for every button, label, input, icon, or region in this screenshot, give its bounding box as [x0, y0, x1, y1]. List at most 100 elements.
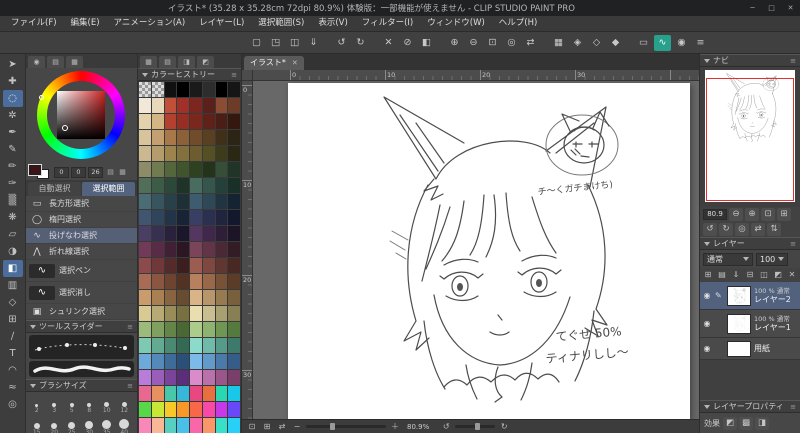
layer-panel-header[interactable]: レイヤー ≡ [700, 237, 800, 250]
layer-move-tool[interactable]: ✚ [3, 73, 23, 90]
brush-size-item[interactable]: 5 [63, 393, 81, 415]
brush-size-item[interactable]: 20 [46, 415, 64, 433]
subtool-tab[interactable]: 自動選択 [28, 182, 81, 196]
color-swatch[interactable] [177, 386, 189, 401]
color-swatch[interactable] [164, 162, 177, 177]
auto-select-tool[interactable]: ✲ [3, 107, 23, 124]
fit-to-screen-button[interactable]: ⊡ [484, 35, 501, 51]
color-swatch[interactable] [190, 418, 202, 433]
color-swatch[interactable] [202, 258, 215, 273]
nav-zoom-in-button[interactable]: ⊕ [745, 208, 759, 221]
color-swatch[interactable] [177, 178, 189, 193]
color-swatch[interactable] [215, 226, 228, 241]
color-swatch[interactable] [228, 306, 240, 321]
brush-size-item[interactable]: 12 [116, 393, 134, 415]
color-swatch[interactable] [228, 402, 240, 417]
nav-fit-button[interactable]: ⊡ [761, 208, 775, 221]
color-swatch[interactable] [164, 178, 177, 193]
intermediate-color-tab-icon[interactable]: ◨ [178, 56, 195, 68]
subtool-item[interactable]: ∿ 投げなわ選択 [26, 228, 137, 244]
undo-button[interactable]: ↺ [333, 35, 350, 51]
color-swatch[interactable] [202, 402, 215, 417]
color-set-tab[interactable]: ▦ [66, 56, 83, 68]
pencil-tool[interactable]: ✏ [3, 158, 23, 175]
reset-rotation-button[interactable]: ◎ [503, 35, 520, 51]
fill-button[interactable]: ◧ [418, 35, 435, 51]
correct-line-tool[interactable]: ≈ [3, 379, 23, 396]
save-button[interactable]: ◫ [286, 35, 303, 51]
menu-item[interactable]: ウィンドウ(W) [420, 16, 492, 31]
color-swatch[interactable] [190, 242, 202, 257]
layer-row[interactable]: ◉ 用紙 [700, 338, 800, 360]
color-swatch[interactable] [151, 226, 164, 241]
color-swatch[interactable] [164, 114, 177, 129]
brush-size-item[interactable]: 3 [46, 393, 64, 415]
maximize-button[interactable]: □ [762, 0, 781, 16]
rectangle-select-button[interactable]: ▭ [635, 35, 652, 51]
subtool-item[interactable]: ∿ 選択消し [26, 282, 137, 304]
frame-border-tool[interactable]: ⊞ [3, 311, 23, 328]
color-swatch[interactable] [164, 338, 177, 353]
subtool-item[interactable]: ∿ 選択ペン [26, 260, 137, 282]
color-swatch[interactable] [177, 210, 189, 225]
color-swatch[interactable] [177, 274, 189, 289]
figure-tool[interactable]: ◇ [3, 294, 23, 311]
color-swatch[interactable] [151, 402, 164, 417]
color-swatch[interactable] [177, 194, 189, 209]
brush-size-item[interactable]: 25 [63, 415, 81, 433]
color-swatch[interactable] [228, 194, 240, 209]
color-swatch[interactable] [228, 338, 240, 353]
subtool-item[interactable]: ▭ 長方形選択 [26, 196, 137, 212]
brush-size-item[interactable]: 2 [28, 393, 46, 415]
color-swatch[interactable] [228, 418, 240, 433]
menu-item[interactable]: 編集(E) [64, 16, 107, 31]
color-swatch[interactable] [151, 418, 164, 433]
color-wheel-tab[interactable]: ◉ [28, 56, 45, 68]
canvas-viewport[interactable]: チ〜くガチまけち) てぐせ 50% ティナリしし〜 [253, 81, 699, 419]
color-swatch[interactable] [139, 210, 151, 225]
layer-mask-button[interactable]: ◫ [758, 269, 770, 281]
color-swatch[interactable] [177, 418, 189, 433]
zoom-in-button[interactable]: ＋ [389, 421, 401, 432]
color-swatch[interactable] [151, 82, 164, 97]
color-history-tab-icon[interactable]: ▤ [159, 56, 176, 68]
color-swatch[interactable] [139, 130, 151, 145]
brush-size-item[interactable]: 30 [81, 415, 99, 433]
color-swatch[interactable] [215, 402, 228, 417]
color-swatch[interactable] [139, 386, 151, 401]
color-swatch[interactable] [177, 82, 189, 97]
navigator-view-rect[interactable] [706, 78, 794, 201]
color-swatch[interactable] [215, 386, 228, 401]
color-swatch[interactable] [177, 306, 189, 321]
color-swatch[interactable] [164, 354, 177, 369]
document-tab[interactable]: イラスト* ✕ [244, 56, 304, 70]
color-swatch[interactable] [139, 418, 151, 433]
color-swatch[interactable] [139, 274, 151, 289]
decoration-tool[interactable]: ❋ [3, 209, 23, 226]
panel-menu-icon[interactable]: ≡ [790, 403, 796, 411]
eraser-tool[interactable]: ▱ [3, 226, 23, 243]
color-swatch[interactable] [177, 370, 189, 385]
color-swatch[interactable] [190, 162, 202, 177]
navigator-header[interactable]: ナビ ≡ [700, 54, 800, 67]
color-swatch[interactable] [139, 146, 151, 161]
tone-effect-button[interactable]: ▩ [739, 416, 753, 430]
color-swatch[interactable] [215, 82, 228, 97]
balloon-tool[interactable]: ◠ [3, 362, 23, 379]
color-swatch[interactable] [164, 290, 177, 305]
panel-menu-icon[interactable]: ≡ [127, 382, 133, 390]
color-swatch[interactable] [151, 178, 164, 193]
color-swatch[interactable] [177, 98, 189, 113]
color-swatch[interactable] [177, 322, 189, 337]
color-swatch[interactable] [215, 338, 228, 353]
menu-item[interactable]: アニメーション(A) [107, 16, 193, 31]
color-swatch[interactable] [177, 146, 189, 161]
color-swatch[interactable] [164, 146, 177, 161]
color-swatch[interactable] [215, 130, 228, 145]
layer-property-header[interactable]: レイヤープロパティ ≡ [700, 400, 800, 413]
navigator-thumbnail[interactable] [705, 70, 795, 202]
color-swatch[interactable] [202, 98, 215, 113]
zoom-out-button[interactable]: − [291, 422, 303, 431]
delete-layer-button[interactable]: ✕ [786, 269, 798, 281]
color-swatch[interactable] [177, 338, 189, 353]
